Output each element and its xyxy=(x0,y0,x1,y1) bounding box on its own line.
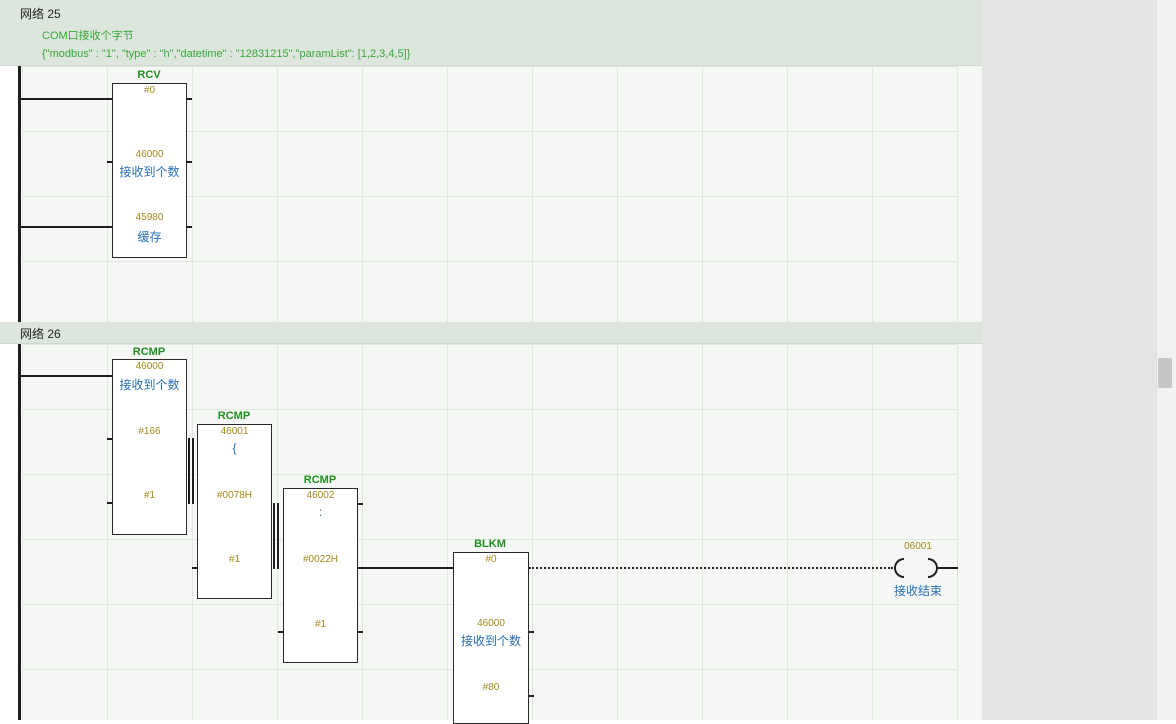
rcmp2-in2-operand: #1 xyxy=(228,554,241,565)
blkm-block-name: BLKM xyxy=(474,538,506,550)
network-title: 网络 25 xyxy=(20,7,61,21)
pin xyxy=(187,161,192,163)
rcmp2-top-operand: 46001 xyxy=(220,426,249,437)
rcmp1-block-name: RCMP xyxy=(132,346,166,358)
scrollbar-thumb[interactable] xyxy=(1158,358,1172,388)
network-comment: COM口接收个字节 xyxy=(42,30,134,42)
wire xyxy=(938,567,958,569)
rcmp3-in1-operand: #0022H xyxy=(302,554,339,565)
rcv-block-name: RCV xyxy=(137,69,161,81)
wire xyxy=(273,503,275,569)
rcv-in2-symbol: 缓存 xyxy=(137,230,162,244)
pin xyxy=(187,98,192,100)
rcmp3-top-operand: 46002 xyxy=(306,490,335,501)
pin xyxy=(529,631,534,633)
network-25-header[interactable]: 网络 25 COM口接收个字节 {"modbus" : "1", "type" … xyxy=(0,0,982,66)
pin xyxy=(358,503,363,505)
rcmp2-in1-operand: #0078H xyxy=(216,490,253,501)
blkm-in2-operand: #80 xyxy=(482,682,500,693)
rcv-in1-symbol: 接收到个数 xyxy=(119,165,180,179)
coil-operand: 06001 xyxy=(904,541,932,552)
blkm-in1-symbol: 接收到个数 xyxy=(460,634,521,648)
side-panel xyxy=(982,0,1156,720)
wire xyxy=(21,226,112,228)
rcmp1-in1-operand: #166 xyxy=(138,426,161,437)
rcmp1-top-operand: 46000 xyxy=(135,361,164,372)
rcmp2-block-name: RCMP xyxy=(217,410,251,422)
network-26-header[interactable]: 网络 26 xyxy=(0,322,982,344)
grid-margin xyxy=(958,344,982,720)
rcmp3-top-symbol: : xyxy=(318,505,323,519)
network-title: 网络 26 xyxy=(20,327,61,341)
wire xyxy=(21,375,112,377)
coil-symbol: 接收结束 xyxy=(893,584,942,598)
pin xyxy=(107,438,112,440)
pin xyxy=(187,226,192,228)
wire xyxy=(277,503,279,569)
rcmp2-top-symbol: { xyxy=(232,441,237,455)
pin xyxy=(192,567,197,569)
power-rail xyxy=(18,66,21,322)
rcv-in1-operand: 46000 xyxy=(135,149,164,160)
wire xyxy=(358,567,453,569)
pin xyxy=(107,502,112,504)
blkm-in1-operand: 46000 xyxy=(477,618,505,629)
pin xyxy=(358,631,363,633)
dotted-wire xyxy=(529,567,893,569)
network-comment-json: {"modbus" : "1", "type" : "h","datetime"… xyxy=(42,48,411,60)
wire xyxy=(21,98,112,100)
pin xyxy=(278,631,283,633)
rcv-top-operand: #0 xyxy=(143,85,156,96)
rcmp1-top-symbol: 接收到个数 xyxy=(119,378,180,392)
rcmp3-block-name: RCMP xyxy=(303,474,337,486)
wire xyxy=(188,438,190,504)
rcmp1-in2-operand: #1 xyxy=(143,490,156,501)
pin xyxy=(107,161,112,163)
rcmp3-in2-operand: #1 xyxy=(314,619,327,630)
rcv-in2-operand: 45980 xyxy=(135,212,164,223)
grid-margin xyxy=(958,66,982,322)
wire xyxy=(192,438,194,504)
power-rail xyxy=(18,344,21,720)
blkm-top-operand: #0 xyxy=(485,554,497,565)
pin xyxy=(529,695,534,697)
